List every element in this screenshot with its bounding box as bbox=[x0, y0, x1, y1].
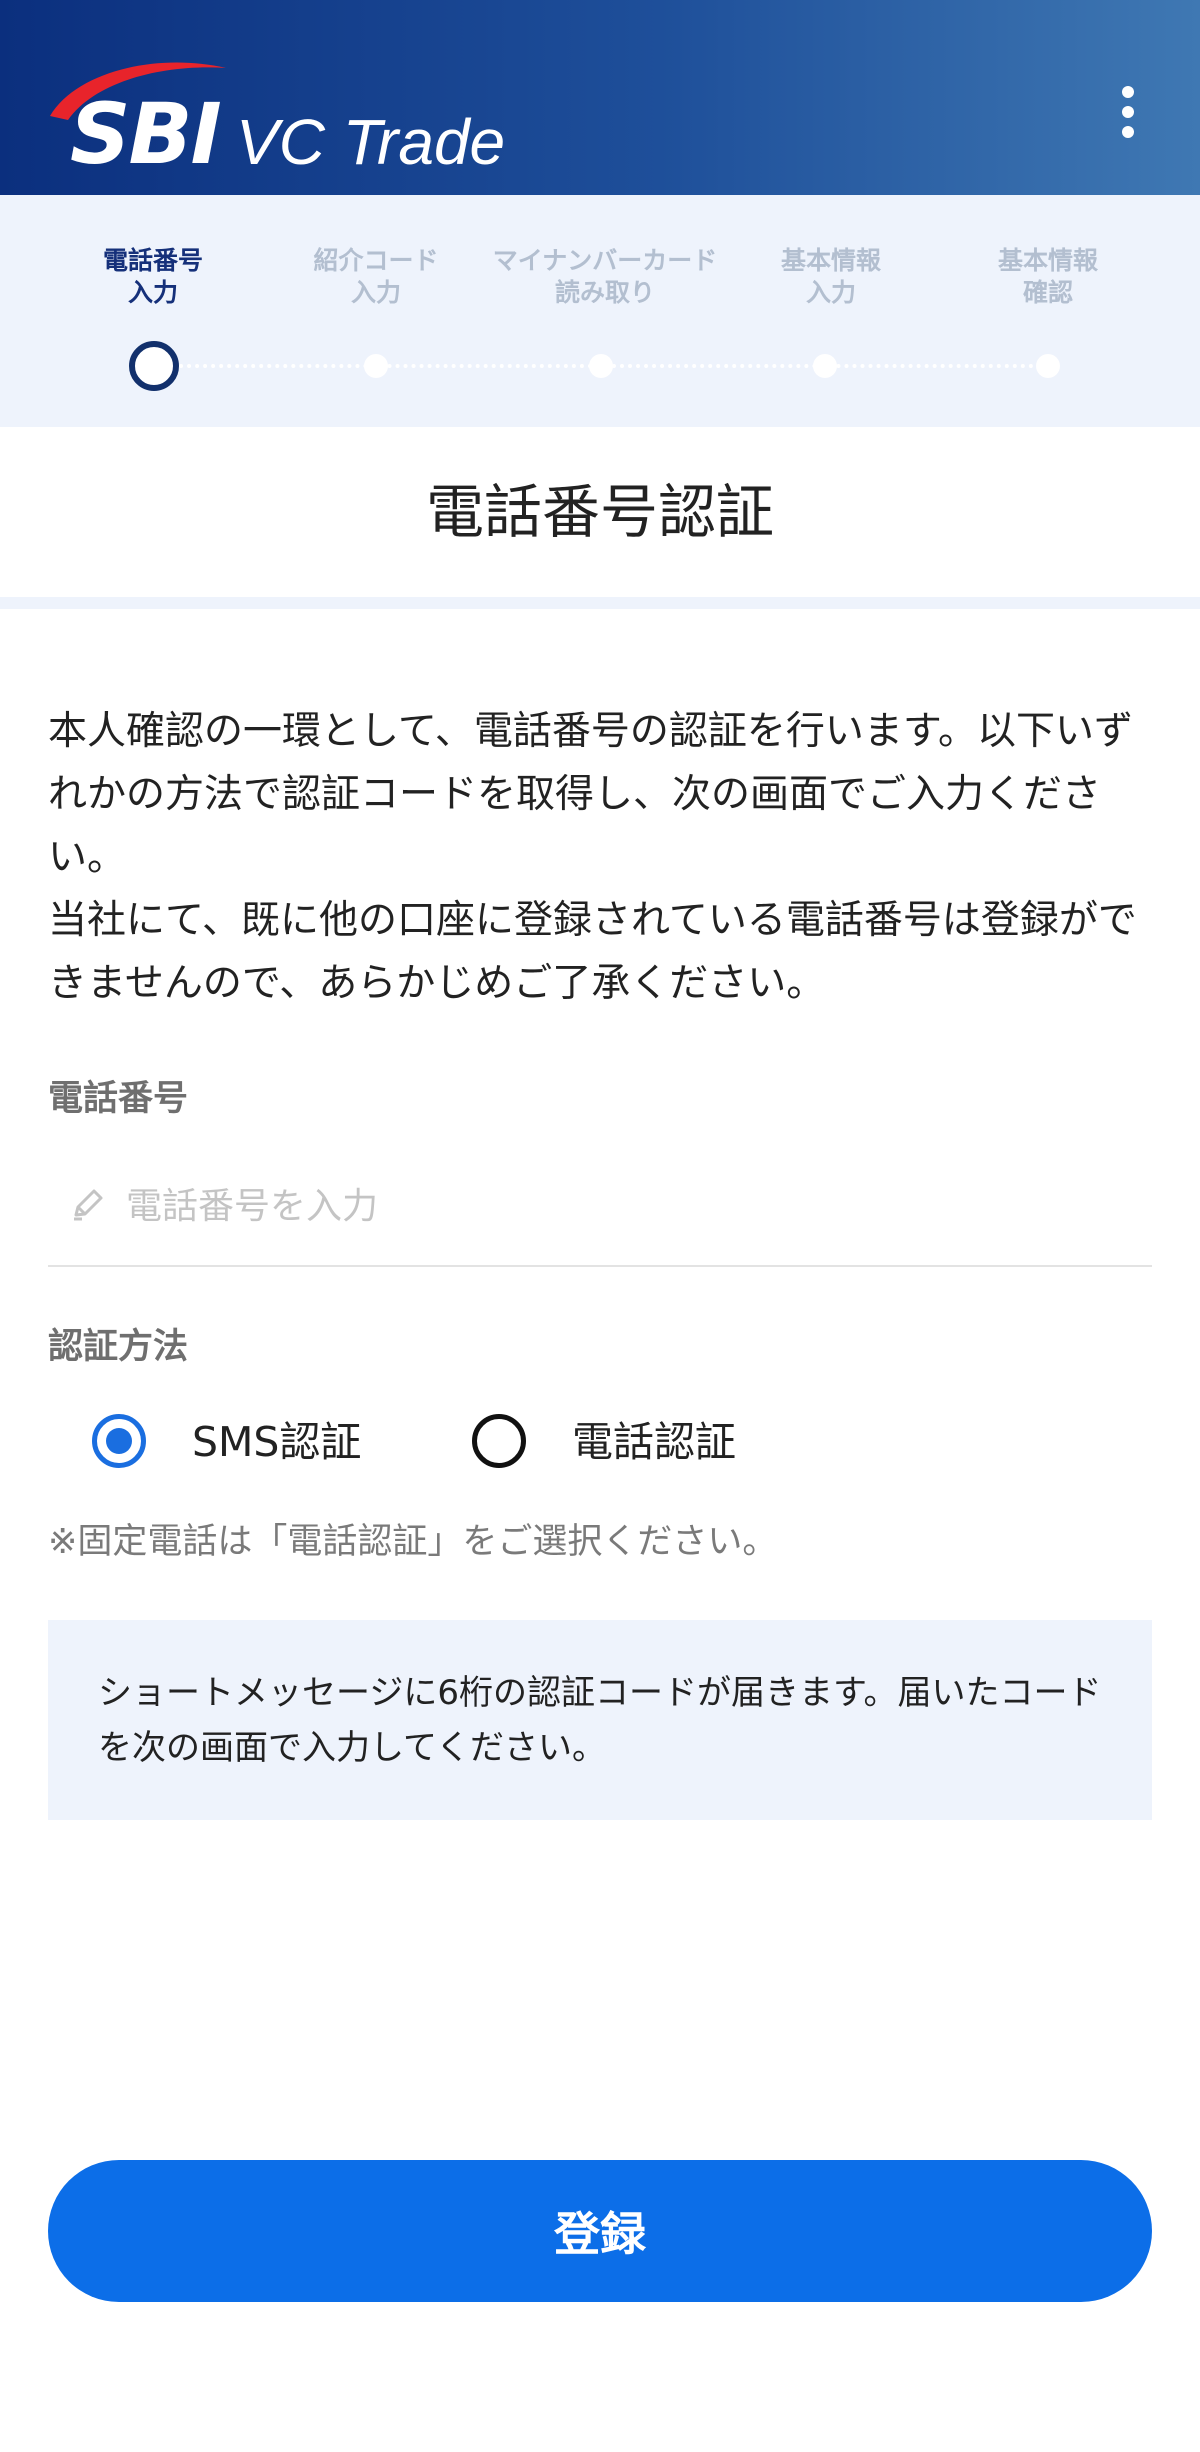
registration-steps: 電話番号 入力 紹介コード 入力 マイナンバーカード 読み取り 基本情報 入力 … bbox=[0, 195, 1200, 427]
description-paragraph: 本人確認の一環として、電話番号の認証を行います。以下いずれかの方法で認証コードを… bbox=[48, 709, 1133, 880]
step-indicator-active bbox=[129, 341, 179, 391]
phone-label: 電話番号 bbox=[48, 1079, 189, 1119]
phone-auth-radio[interactable] bbox=[472, 1414, 526, 1468]
sms-auth-label[interactable]: SMS認証 bbox=[192, 1412, 361, 1472]
sms-auth-radio[interactable] bbox=[92, 1414, 146, 1468]
register-button[interactable]: 登録 bbox=[48, 2160, 1152, 2302]
logo-product: VC Trade bbox=[236, 106, 506, 178]
logo-brand: SBI bbox=[70, 85, 222, 183]
more-vertical-icon[interactable] bbox=[1108, 82, 1148, 142]
description-paragraph: 当社にて、既に他の口座に登録されている電話番号は登録ができませんので、あらかじめ… bbox=[48, 898, 1137, 1006]
step-mynumber-card: マイナンバーカード 読み取り bbox=[492, 246, 718, 307]
sms-info-box: ショートメッセージに6桁の認証コードが届きます。届いたコードを次の画面で入力して… bbox=[48, 1620, 1152, 1820]
step-basic-info-confirm: 基本情報 確認 bbox=[997, 246, 1098, 307]
auth-method-label: 認証方法 bbox=[48, 1327, 189, 1367]
page-title: 電話番号認証 bbox=[425, 478, 774, 546]
step-referral-code: 紹介コード 入力 bbox=[313, 246, 439, 307]
step-indicator bbox=[1036, 354, 1060, 378]
sbi-vc-trade-logo[interactable]: SBI VC Trade bbox=[46, 54, 566, 184]
step-indicator bbox=[589, 354, 613, 378]
step-indicator bbox=[813, 354, 837, 378]
step-indicator bbox=[364, 354, 388, 378]
landline-note: ※固定電話は「電話認証」をご選択ください。 bbox=[48, 1522, 778, 1562]
description: 本人確認の一環として、電話番号の認証を行います。以下いずれかの方法で認証コードを… bbox=[48, 700, 1168, 1015]
phone-auth-label[interactable]: 電話認証 bbox=[572, 1412, 736, 1472]
step-basic-info-input: 基本情報 入力 bbox=[780, 246, 881, 307]
pencil-icon bbox=[74, 1189, 103, 1221]
app-header: SBI VC Trade bbox=[0, 0, 1200, 195]
phone-input[interactable] bbox=[124, 1173, 1128, 1239]
section-divider bbox=[0, 597, 1200, 609]
phone-field bbox=[48, 1165, 1152, 1267]
step-phone-input: 電話番号 入力 bbox=[102, 246, 203, 307]
